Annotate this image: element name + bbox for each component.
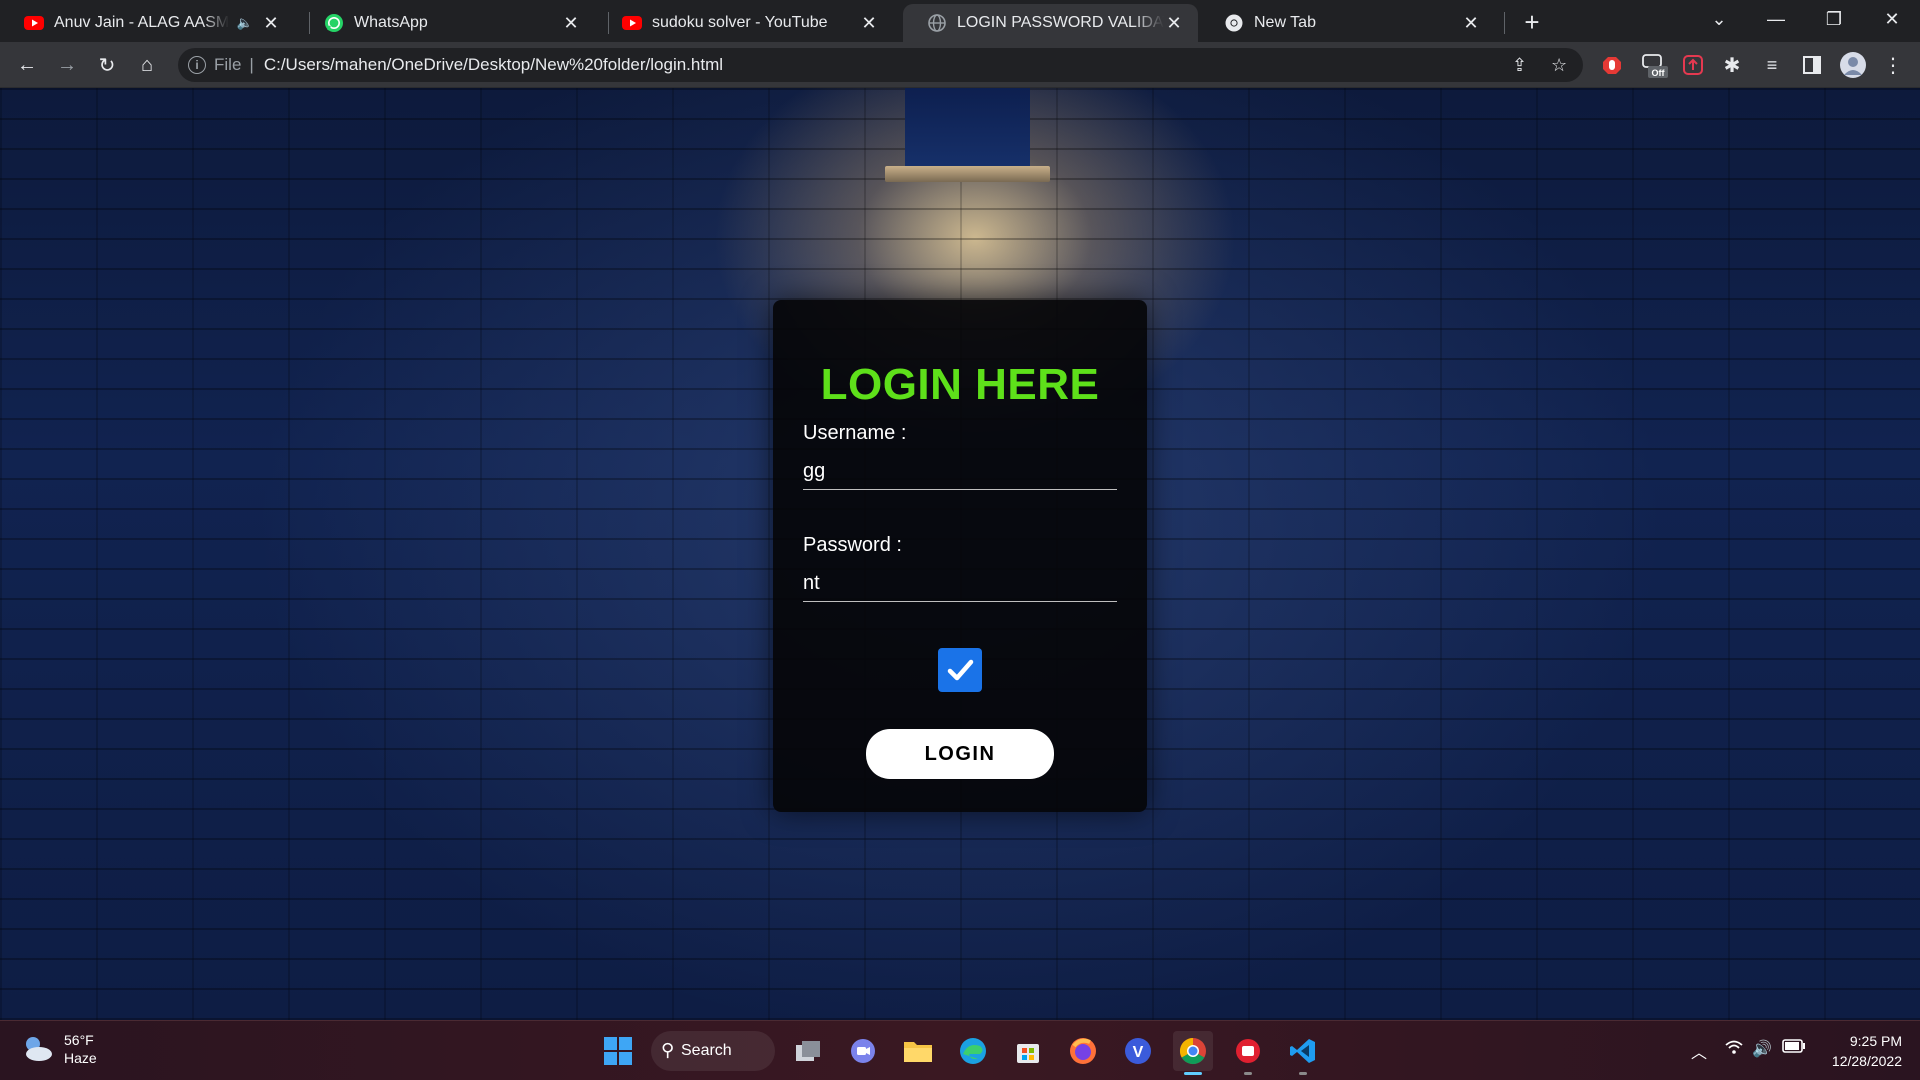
minimize-icon[interactable]: — (1748, 0, 1804, 38)
home-icon[interactable]: ⌂ (131, 49, 163, 81)
clock-time: 9:25 PM (1849, 1033, 1902, 1049)
search-label: Search (681, 1042, 732, 1059)
close-tab-icon[interactable]: ✕ (261, 13, 281, 33)
login-card: LOGIN HERE Username : Password : LOGIN (773, 300, 1147, 812)
tab-title: sudoku solver - YouTube (652, 14, 828, 31)
clock-date: 12/28/2022 (1831, 1053, 1902, 1069)
weather-temp: 56°F (64, 1032, 94, 1048)
login-button[interactable]: LOGIN (866, 729, 1054, 779)
whatsapp-icon (324, 13, 344, 33)
forward-arrow-icon[interactable]: → (51, 49, 83, 81)
search-icon: ⚲ (661, 1040, 675, 1060)
back-arrow-icon[interactable]: ← (11, 49, 43, 81)
system-clock[interactable]: 9:25 PM 12/28/2022 (1822, 1031, 1902, 1071)
windows-taskbar: 56°F Haze ⚲ Search V ︿ 🔊 9:25 PM 12/28/2… (0, 1020, 1920, 1080)
speaker-icon[interactable]: 🔈 (237, 15, 253, 31)
vscode-icon[interactable] (1283, 1031, 1323, 1071)
reload-icon[interactable]: ↻ (91, 49, 123, 81)
chevron-up-icon[interactable]: ︿ (1691, 1039, 1707, 1063)
tab-new-tab[interactable]: New Tab ✕ (1200, 4, 1495, 42)
browser-toolbar: ← → ↻ ⌂ i File | C:/Users/mahen/OneDrive… (0, 42, 1920, 88)
adblock-icon[interactable] (1598, 51, 1626, 79)
battery-icon[interactable] (1782, 1039, 1806, 1058)
tab-sudoku-solver[interactable]: sudoku solver - YouTube ✕ (598, 4, 893, 42)
share-icon[interactable]: ⇪ (1512, 55, 1527, 76)
password-input[interactable] (803, 566, 1117, 602)
address-scheme: File (214, 55, 242, 74)
tab-whatsapp[interactable]: WhatsApp ✕ (300, 4, 595, 42)
page-content: LOGIN HERE Username : Password : LOGIN (0, 88, 1920, 1020)
tab-title: LOGIN PASSWORD VALIDATION (957, 14, 1164, 31)
tab-divider (1504, 12, 1505, 34)
sidepanel-icon[interactable] (1798, 51, 1826, 79)
username-input[interactable] (803, 454, 1117, 490)
close-tab-icon[interactable]: ✕ (561, 13, 581, 33)
site-info-icon[interactable]: i (188, 56, 206, 74)
show-password-checkbox[interactable] (938, 648, 982, 692)
tab-search-chevron-icon[interactable]: ⌄ (1691, 0, 1747, 38)
wall-lamp (885, 88, 1050, 183)
cloudy-moon-icon (26, 1037, 52, 1061)
tab-login-validation[interactable]: LOGIN PASSWORD VALIDATION ✕ (903, 4, 1198, 42)
volume-icon[interactable]: 🔊 (1752, 1039, 1772, 1059)
checkmark-icon (947, 659, 974, 681)
address-bar[interactable]: i File | C:/Users/mahen/OneDrive/Desktop… (178, 48, 1583, 82)
password-label: Password : (803, 534, 902, 556)
task-view-icon[interactable] (788, 1031, 828, 1071)
restore-icon[interactable]: ❐ (1806, 0, 1862, 38)
vivaldi-icon[interactable]: V (1118, 1031, 1158, 1071)
close-tab-icon[interactable]: ✕ (859, 13, 879, 33)
weather-widget[interactable]: 56°F Haze (20, 1031, 97, 1067)
windows-start-icon[interactable] (598, 1031, 638, 1071)
chrome-icon (1224, 13, 1244, 33)
weather-desc: Haze (64, 1050, 97, 1066)
address-url[interactable]: C:/Users/mahen/OneDrive/Desktop/New%20fo… (264, 55, 723, 75)
close-tab-icon[interactable]: ✕ (1461, 13, 1481, 33)
firefox-icon[interactable] (1063, 1031, 1103, 1071)
media-queue-icon[interactable]: ≡ (1758, 51, 1786, 79)
tab-anuv-jain[interactable]: Anuv Jain - ALAG AASMAAN 🔈 ✕ (0, 4, 295, 42)
address-separator: | (249, 55, 254, 74)
edge-icon[interactable] (953, 1031, 993, 1071)
store-icon[interactable] (1008, 1031, 1048, 1071)
running-app-indicator (1299, 1072, 1307, 1075)
wifi-icon[interactable] (1724, 1039, 1744, 1060)
running-app-indicator (1244, 1072, 1252, 1075)
login-heading: LOGIN HERE (820, 360, 1100, 409)
close-tab-icon[interactable]: ✕ (1164, 13, 1184, 33)
tab-strip: Anuv Jain - ALAG AASMAAN 🔈 ✕ WhatsApp ✕ … (0, 0, 1920, 42)
globe-icon (927, 13, 947, 33)
tab-title: New Tab (1254, 14, 1316, 31)
upload-ext-icon[interactable] (1679, 51, 1707, 79)
tab-title: WhatsApp (354, 14, 428, 31)
youtube-icon (622, 13, 642, 33)
file-explorer-icon[interactable] (898, 1031, 938, 1071)
taskbar-search[interactable]: ⚲ Search (651, 1031, 775, 1071)
chrome-icon[interactable] (1173, 1031, 1213, 1071)
kebab-menu-icon[interactable]: ⋮ (1879, 51, 1907, 79)
youtube-icon (24, 13, 44, 33)
off-badge-icon[interactable]: Off (1640, 51, 1668, 79)
username-label: Username : (803, 422, 907, 444)
bookmark-star-icon[interactable]: ☆ (1551, 55, 1567, 76)
extension-badge: Off (1652, 68, 1666, 78)
svg-text:V: V (1133, 1044, 1144, 1061)
teams-icon[interactable] (843, 1031, 883, 1071)
close-window-icon[interactable]: ✕ (1864, 0, 1920, 38)
puzzle-icon[interactable]: ✱ (1718, 51, 1746, 79)
tab-title: Anuv Jain - ALAG AASMAAN (54, 14, 229, 31)
app-red-icon[interactable] (1228, 1031, 1268, 1071)
new-tab-button[interactable]: + (1518, 7, 1546, 37)
active-app-indicator (1184, 1072, 1202, 1075)
profile-avatar-icon[interactable] (1839, 51, 1867, 79)
